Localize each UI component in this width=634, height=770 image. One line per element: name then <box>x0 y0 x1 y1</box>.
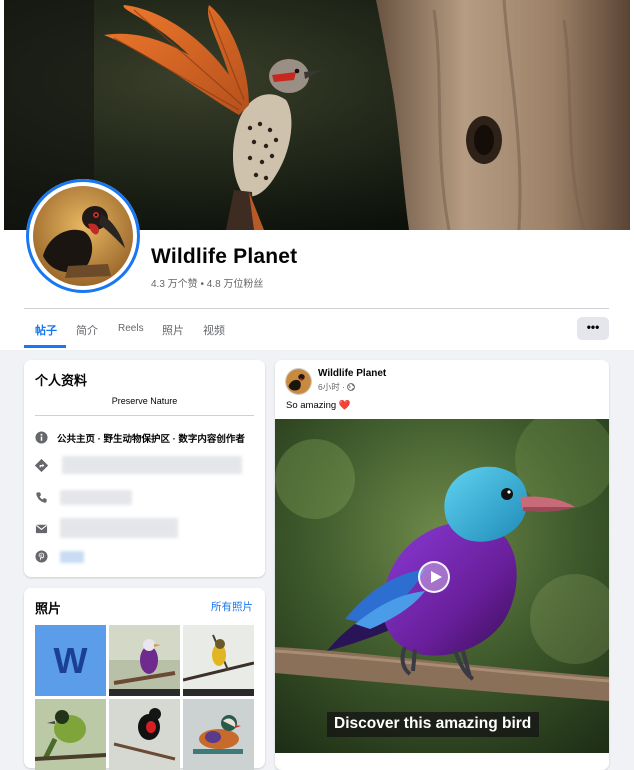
photo-thumbnail[interactable] <box>109 625 180 696</box>
page-category: 公共主页 · 野生动物保护区 · 数字内容创作者 <box>57 434 245 445</box>
tab-about[interactable]: 简介 <box>76 322 98 338</box>
green-bird-photo <box>35 699 106 770</box>
photo-thumbnail[interactable] <box>35 699 106 770</box>
mandarin-duck-photo <box>183 699 254 770</box>
yellow-bird-photo <box>183 625 254 696</box>
post-author-name[interactable]: Wildlife Planet <box>318 368 386 379</box>
redacted-email <box>60 518 178 538</box>
workplace-logo-letter: W <box>54 640 88 681</box>
workplace-logo-icon: W <box>35 625 106 696</box>
photo-thumbnail[interactable] <box>183 699 254 770</box>
intro-card: 个人资料 Preserve Nature 公共主页 · 野生动物保护区 · 数字… <box>24 360 265 577</box>
post-text: So amazing ❤️ <box>286 400 351 411</box>
page-stats[interactable]: 4.3 万个赞 • 4.8 万位粉丝 <box>151 275 263 290</box>
redacted-phone <box>60 490 132 505</box>
info-icon <box>35 431 48 444</box>
red-breasted-bird-photo <box>109 699 180 770</box>
pinterest-icon <box>35 550 48 563</box>
more-options-button[interactable]: ••• <box>577 317 609 340</box>
directions-icon <box>35 459 48 472</box>
photos-card: 照片 所有照片 W <box>24 588 265 770</box>
post-video[interactable]: Discover this amazing bird <box>275 419 609 753</box>
redacted-pinterest <box>60 551 84 563</box>
photo-thumbnail[interactable]: W <box>35 625 106 696</box>
photo-thumbnail[interactable] <box>109 699 180 770</box>
intro-bio: Preserve Nature <box>111 396 178 406</box>
post-author-avatar[interactable] <box>286 369 311 394</box>
tab-posts[interactable]: 帖子 <box>35 322 57 338</box>
photos-title: 照片 <box>35 601 62 616</box>
page-header: Wildlife Planet 4.3 万个赞 • 4.8 万位粉丝 帖子 简介… <box>0 0 634 350</box>
tab-photos[interactable]: 照片 <box>162 322 184 338</box>
intro-title: 个人资料 <box>35 373 88 388</box>
photo-thumbnail[interactable] <box>183 625 254 696</box>
redacted-address <box>62 456 242 474</box>
phone-icon <box>36 492 47 503</box>
post-time-text: 6小时 · <box>318 382 348 392</box>
post-card: Wildlife Planet 6小时 · So amazing ❤️ Disc… <box>275 360 609 770</box>
tab-reels[interactable]: Reels <box>118 323 144 334</box>
video-caption: Discover this amazing bird <box>327 712 540 737</box>
profile-picture[interactable] <box>33 186 133 286</box>
see-all-photos-link[interactable]: 所有照片 <box>211 599 253 614</box>
page-title: Wildlife Planet <box>151 245 298 268</box>
play-button[interactable] <box>418 561 450 593</box>
active-tab-indicator <box>24 345 66 348</box>
tab-videos[interactable]: 视频 <box>203 322 225 338</box>
intro-divider <box>35 415 254 416</box>
globe-icon <box>347 383 356 391</box>
purple-bird-photo <box>109 625 180 696</box>
header-divider <box>24 308 609 309</box>
email-icon <box>35 524 48 534</box>
post-timestamp[interactable]: 6小时 · <box>318 381 356 393</box>
